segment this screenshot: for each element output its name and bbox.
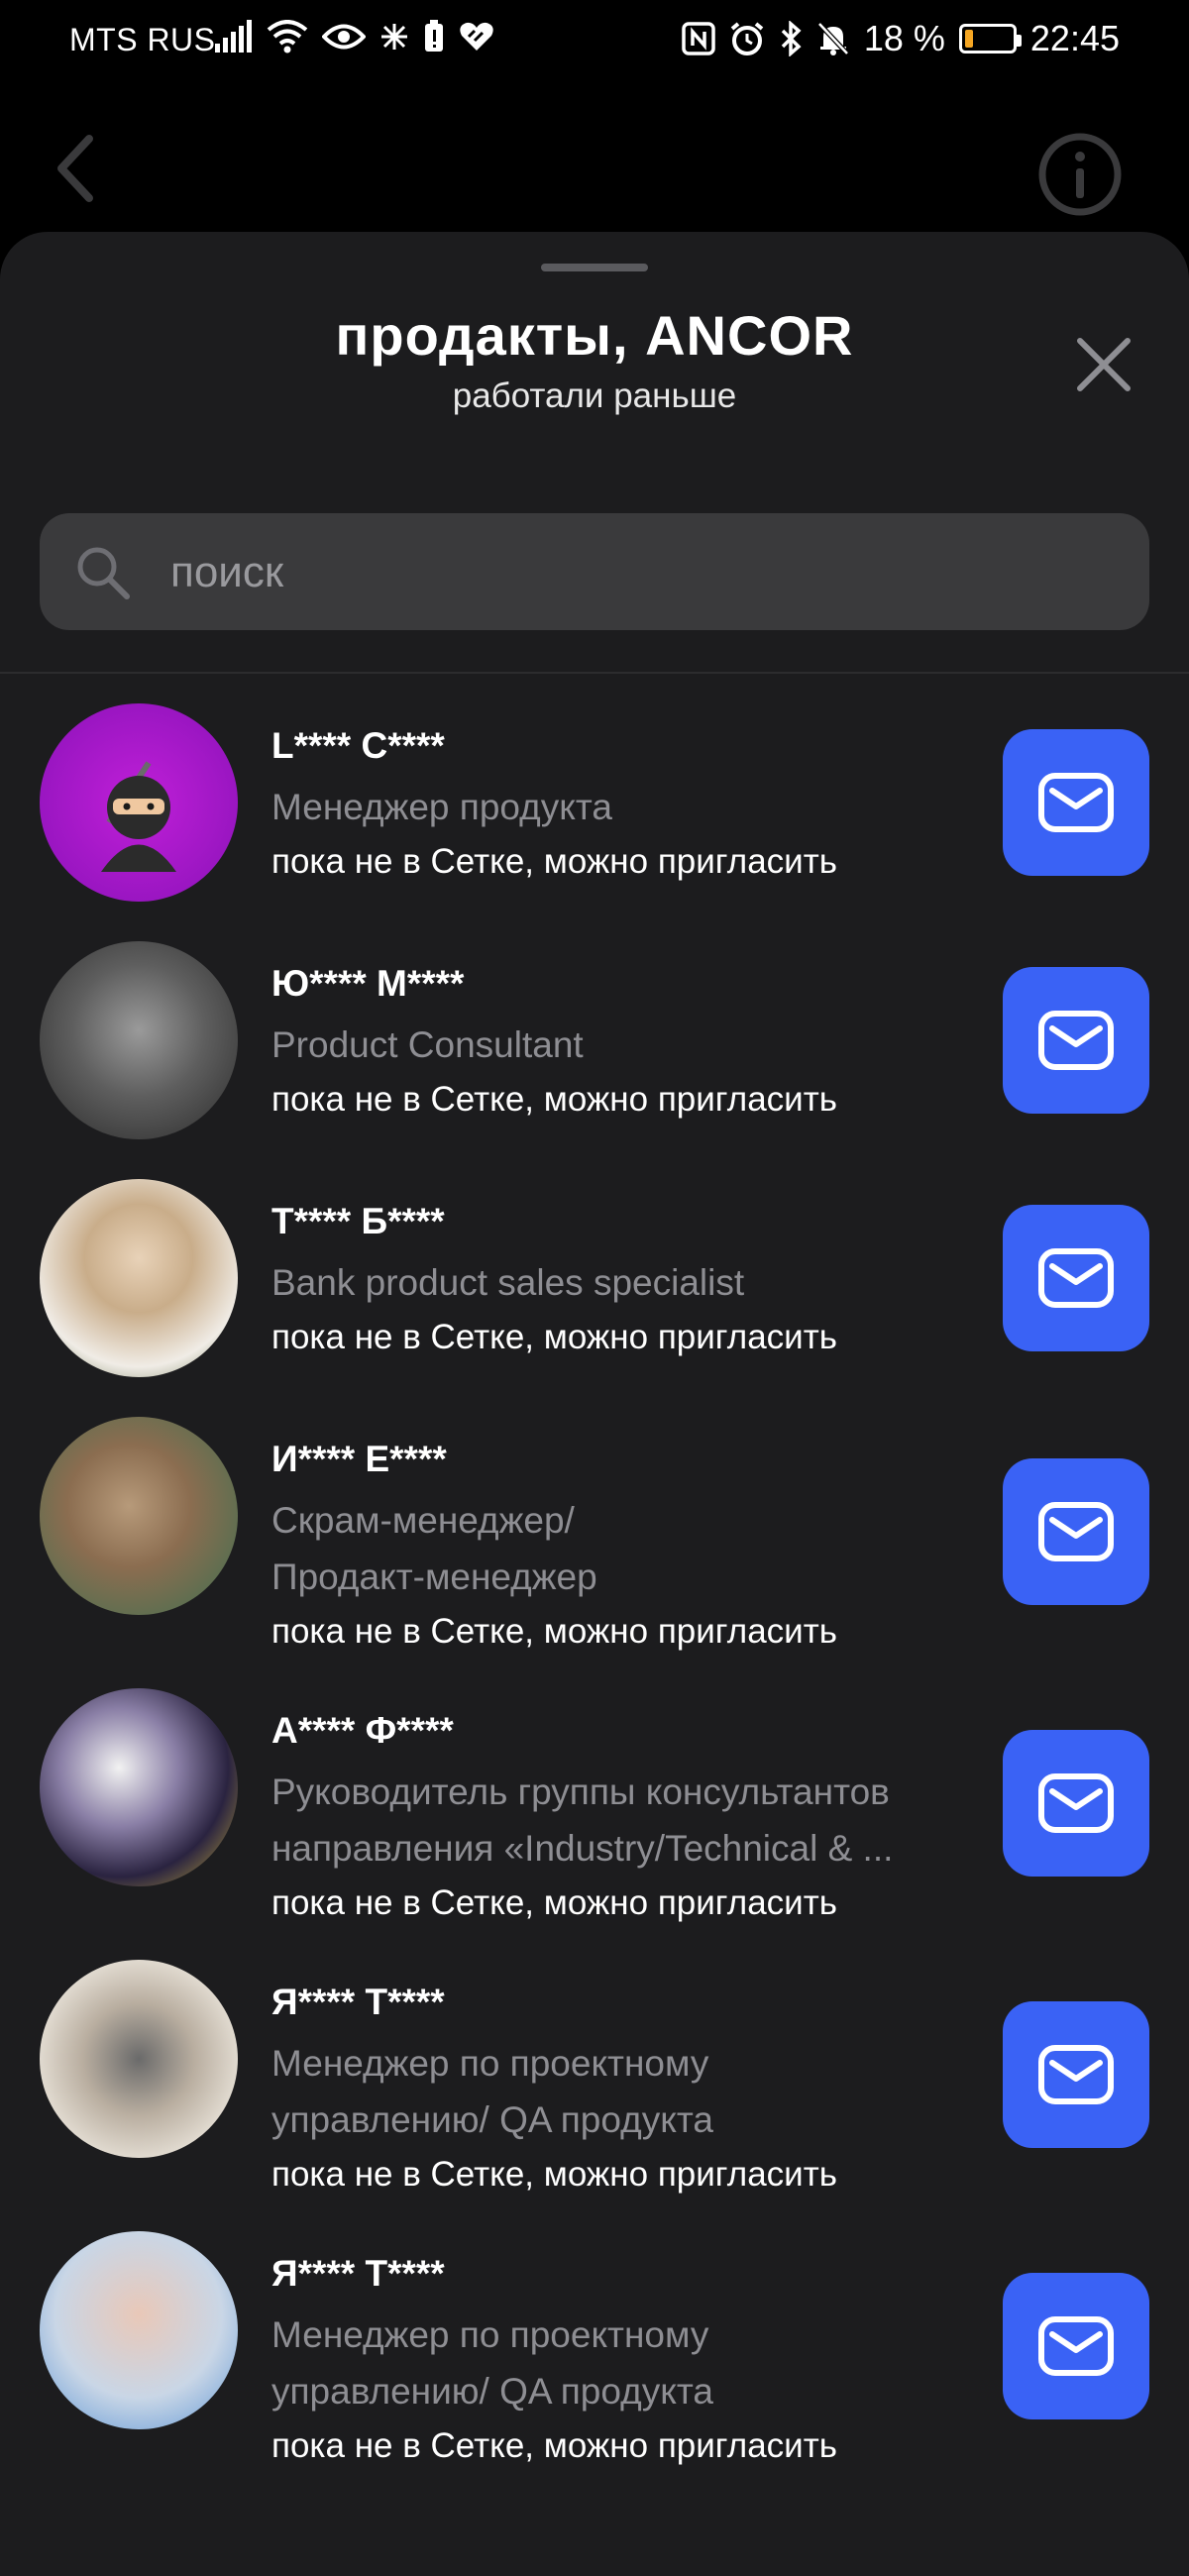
contact-status: пока не в Сетке, можно пригласить — [271, 1612, 837, 1651]
invite-button[interactable] — [1003, 2273, 1149, 2419]
contact-name: Я**** Т**** — [271, 2253, 445, 2294]
contact-role: Менеджер по проектному — [271, 2043, 709, 2084]
contact-row[interactable]: L**** C**** Менеджер продукта пока не в Се… — [0, 703, 1189, 941]
sheet-title: продакты, ANCOR — [335, 304, 854, 367]
alarm-icon — [729, 21, 765, 56]
mail-icon — [1038, 2045, 1114, 2104]
contact-role: Bank product sales specialist — [271, 1262, 745, 1303]
contact-role: Руководитель группы консультантов — [271, 1771, 890, 1812]
chevron-left-icon — [57, 135, 93, 202]
sheet-subtitle: работали раньше — [452, 376, 737, 415]
invite-button[interactable] — [1003, 729, 1149, 876]
mute-bell-icon — [816, 21, 850, 56]
clock: 22:45 — [1029, 18, 1120, 58]
status-left-icons — [213, 20, 494, 54]
contact-role: Продакт-менеджер — [271, 1556, 597, 1597]
contact-row[interactable]: И**** Е**** Скрам-менеджер/Продакт-менедж… — [0, 1417, 1189, 1688]
avatar[interactable] — [40, 1179, 238, 1377]
mail-icon — [1038, 1502, 1114, 1561]
signal-icon — [213, 20, 253, 54]
battery-percent: 18 % — [863, 18, 945, 58]
contact-name: А**** Ф**** — [271, 1710, 454, 1751]
nfc-icon — [682, 22, 715, 55]
contact-status: пока не в Сетке, можно пригласить — [271, 2155, 837, 2194]
contact-role: управлению/ QA продукта — [271, 2099, 713, 2140]
status-right-icons: 18 % 22:45 — [682, 18, 1120, 59]
invite-button[interactable] — [1003, 967, 1149, 1114]
contact-name: Ю**** М**** — [271, 963, 465, 1004]
contact-status: пока не в Сетке, можно пригласить — [271, 2426, 837, 2465]
bottom-sheet: продакты, ANCOR работали раньше L**** C*… — [0, 232, 1189, 2576]
info-button[interactable] — [1036, 131, 1124, 218]
contact-name: Т**** Б**** — [271, 1201, 445, 1241]
contact-name: И**** Е**** — [271, 1439, 447, 1479]
burst-icon — [379, 22, 409, 52]
contact-role: направления «Industry/Technical & ... — [271, 1828, 894, 1869]
invite-button[interactable] — [1003, 1205, 1149, 1351]
contact-row[interactable]: Я**** Т**** Менеджер по проектному управле… — [0, 1960, 1189, 2231]
invite-button[interactable] — [1003, 2001, 1149, 2148]
eye-icon — [322, 22, 366, 52]
wifi-icon — [267, 20, 308, 54]
ninja-icon — [101, 761, 176, 872]
contact-role: управлению/ QA продукта — [271, 2371, 713, 2412]
mail-icon — [1038, 1248, 1114, 1308]
mail-icon — [1038, 1011, 1114, 1070]
contact-role: Менеджер продукта — [271, 787, 612, 827]
invite-button[interactable] — [1003, 1458, 1149, 1605]
search-bar[interactable] — [40, 513, 1149, 632]
avatar[interactable] — [40, 1688, 238, 1886]
avatar[interactable] — [40, 703, 238, 902]
alert-battery-icon — [423, 20, 445, 54]
contact-status: пока не в Сетке, можно пригласить — [271, 1318, 837, 1356]
invite-button[interactable] — [1003, 1730, 1149, 1877]
contact-row[interactable]: Ю**** М**** Product Consultant пока не в С… — [0, 941, 1189, 1179]
contact-status: пока не в Сетке, можно пригласить — [271, 1080, 837, 1119]
heart-app-icon — [459, 21, 494, 53]
contact-row[interactable]: А**** Ф**** Руководитель группы консульта… — [0, 1688, 1189, 1960]
status-bar: MTS RUS 18 % 22:45 — [0, 0, 1189, 85]
avatar[interactable] — [40, 1417, 238, 1615]
close-icon — [1077, 338, 1131, 391]
avatar[interactable] — [40, 1960, 238, 2158]
contact-row[interactable]: Т**** Б**** Bank product sales specialist… — [0, 1179, 1189, 1417]
info-icon — [1038, 133, 1122, 216]
sheet-drag-handle[interactable] — [541, 264, 648, 271]
contact-role: Менеджер по проектному — [271, 2314, 709, 2355]
top-navigation — [0, 109, 1189, 228]
divider — [0, 672, 1189, 674]
close-button[interactable] — [1072, 333, 1135, 396]
carrier-name: MTS RUS — [69, 22, 216, 57]
search-icon — [77, 547, 130, 599]
battery-icon — [958, 24, 1022, 54]
avatar[interactable] — [40, 2231, 238, 2429]
contact-role: Product Consultant — [271, 1024, 584, 1065]
mail-icon — [1038, 1773, 1114, 1833]
avatar[interactable] — [40, 941, 238, 1139]
contact-row[interactable]: Я**** Т**** Менеджер по проектному управле… — [0, 2231, 1189, 2503]
bluetooth-icon — [779, 21, 803, 56]
back-button[interactable] — [48, 129, 107, 208]
mail-icon — [1038, 773, 1114, 832]
contact-name: Я**** Т**** — [271, 1982, 445, 2022]
contact-status: пока не в Сетке, можно пригласить — [271, 1883, 837, 1922]
contact-name: L**** C**** — [271, 725, 445, 766]
contact-role: Скрам-менеджер/ — [271, 1500, 575, 1541]
search-input[interactable] — [168, 513, 1124, 632]
mail-icon — [1038, 2316, 1114, 2376]
battery-level — [964, 30, 973, 48]
contact-status: пока не в Сетке, можно пригласить — [271, 842, 837, 881]
